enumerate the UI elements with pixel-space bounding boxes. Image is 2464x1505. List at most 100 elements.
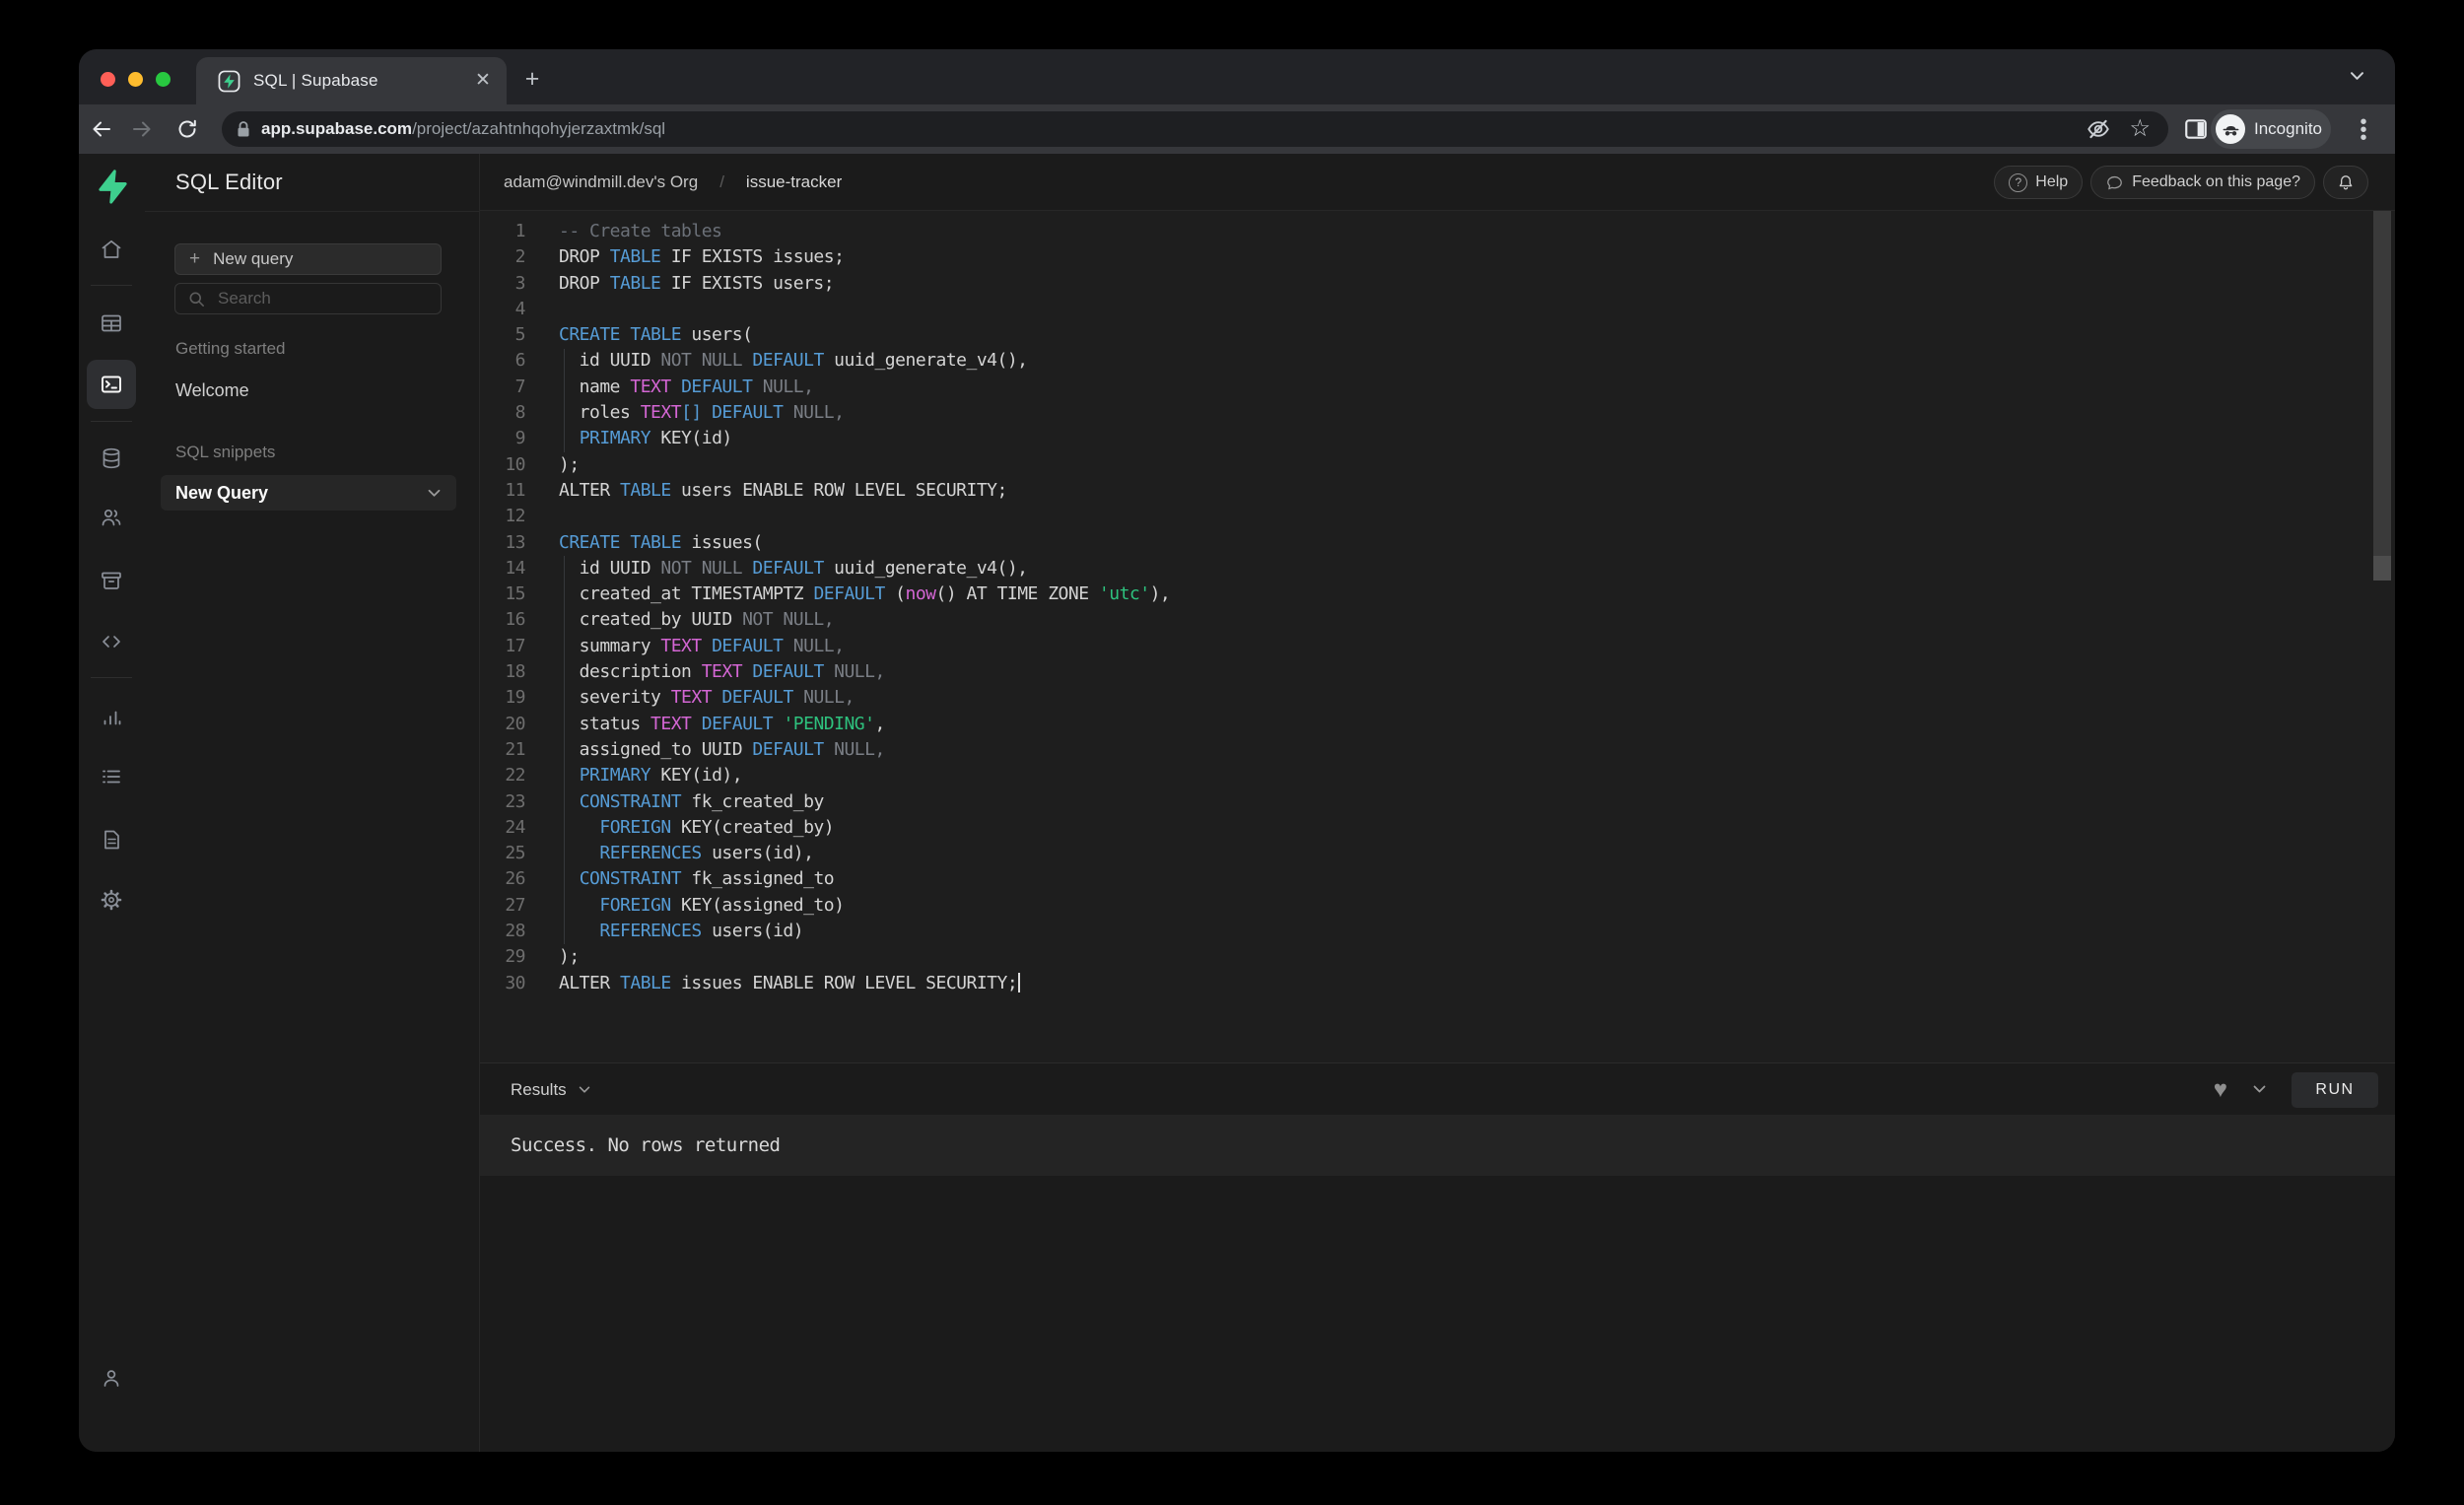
code-line[interactable]: 13CREATE TABLE issues(	[480, 530, 2395, 556]
browser-tab[interactable]: SQL | Supabase ✕	[196, 57, 507, 104]
code-line[interactable]: 15 created_at TIMESTAMPTZ DEFAULT (now()…	[480, 581, 2395, 607]
home-icon[interactable]	[100, 238, 123, 261]
tab-close-icon[interactable]: ✕	[472, 70, 494, 92]
code-line[interactable]: 25 REFERENCES users(id),	[480, 841, 2395, 866]
code-text: CONSTRAINT fk_assigned_to	[559, 866, 834, 892]
zoom-window-button[interactable]	[156, 72, 171, 87]
success-message: Success. No rows returned	[511, 1134, 780, 1156]
logs-icon[interactable]	[100, 765, 123, 788]
supabase-logo-icon[interactable]	[93, 168, 130, 205]
close-window-button[interactable]	[101, 72, 115, 87]
code-line[interactable]: 22 PRIMARY KEY(id),	[480, 763, 2395, 788]
code-line[interactable]: 14 id UUID NOT NULL DEFAULT uuid_generat…	[480, 556, 2395, 581]
code-line[interactable]: 11ALTER TABLE users ENABLE ROW LEVEL SEC…	[480, 478, 2395, 504]
code-line[interactable]: 8 roles TEXT[] DEFAULT NULL,	[480, 400, 2395, 426]
code-line[interactable]: 23 CONSTRAINT fk_created_by	[480, 789, 2395, 815]
sql-editor-nav-active[interactable]	[87, 360, 136, 409]
code-line[interactable]: 1-- Create tables	[480, 219, 2395, 244]
breadcrumb: adam@windmill.dev's Org / issue-tracker	[504, 154, 842, 211]
reload-button[interactable]	[171, 112, 204, 146]
help-button[interactable]: ? Help	[1994, 166, 2083, 199]
bookmark-star-icon[interactable]: ☆	[2129, 117, 2151, 141]
code-line[interactable]: 16 created_by UUID NOT NULL,	[480, 607, 2395, 633]
reports-icon[interactable]	[100, 706, 123, 729]
line-number: 25	[480, 841, 525, 866]
code-line[interactable]: 28 REFERENCES users(id)	[480, 919, 2395, 944]
section-label-sql-snippets: SQL snippets	[175, 443, 275, 462]
line-number: 15	[480, 581, 525, 607]
code-text: ALTER TABLE issues ENABLE ROW LEVEL SECU…	[559, 971, 1020, 996]
new-query-button[interactable]: + New query	[174, 243, 442, 275]
search-input[interactable]	[216, 288, 417, 309]
code-line[interactable]: 26 CONSTRAINT fk_assigned_to	[480, 866, 2395, 892]
code-line[interactable]: 29);	[480, 944, 2395, 970]
table-editor-icon[interactable]	[100, 311, 123, 335]
side-panel-icon[interactable]	[2183, 117, 2209, 141]
line-number: 19	[480, 685, 525, 711]
code-text: status TEXT DEFAULT 'PENDING',	[559, 712, 885, 737]
code-text: created_at TIMESTAMPTZ DEFAULT (now() AT…	[559, 581, 1170, 607]
tab-title: SQL | Supabase	[253, 71, 378, 91]
database-icon[interactable]	[100, 446, 123, 470]
code-line[interactable]: 2DROP TABLE IF EXISTS issues;	[480, 244, 2395, 270]
incognito-avatar-icon	[2216, 114, 2245, 144]
code-line[interactable]: 4	[480, 297, 2395, 322]
favorite-heart-icon[interactable]: ♥	[2214, 1078, 2227, 1102]
code-line[interactable]: 24 FOREIGN KEY(created_by)	[480, 815, 2395, 841]
feedback-button[interactable]: Feedback on this page?	[2090, 166, 2315, 199]
editor-scrollbar[interactable]	[2373, 211, 2391, 556]
minimize-window-button[interactable]	[128, 72, 143, 87]
code-line[interactable]: 21 assigned_to UUID DEFAULT NULL,	[480, 737, 2395, 763]
results-tab[interactable]: Results	[511, 1063, 590, 1116]
code-line[interactable]: 18 description TEXT DEFAULT NULL,	[480, 659, 2395, 685]
docs-icon[interactable]	[100, 828, 123, 852]
code-line[interactable]: 19 severity TEXT DEFAULT NULL,	[480, 685, 2395, 711]
browser-menu-icon[interactable]: •••	[2356, 116, 2371, 142]
breadcrumb-org[interactable]: adam@windmill.dev's Org	[504, 172, 698, 192]
section-label-getting-started: Getting started	[175, 339, 286, 359]
chevron-down-icon[interactable]	[428, 489, 441, 498]
code-line[interactable]: 27 FOREIGN KEY(assigned_to)	[480, 893, 2395, 919]
back-button[interactable]	[85, 112, 118, 146]
editor-scrollbar-thumb[interactable]	[2373, 556, 2391, 581]
sidebar-item-new-query-selected[interactable]: New Query	[161, 475, 456, 511]
sql-editor-icon	[100, 373, 123, 396]
line-number: 3	[480, 271, 525, 297]
chevron-down-icon	[579, 1086, 590, 1094]
sidebar-item-welcome[interactable]: Welcome	[175, 380, 249, 401]
code-line[interactable]: 6 id UUID NOT NULL DEFAULT uuid_generate…	[480, 348, 2395, 374]
code-line[interactable]: 5CREATE TABLE users(	[480, 322, 2395, 348]
account-icon[interactable]	[100, 1366, 123, 1390]
run-button[interactable]: RUN	[2292, 1072, 2378, 1108]
run-options-chevron-icon[interactable]	[2253, 1085, 2266, 1094]
settings-gear-icon[interactable]	[100, 888, 123, 912]
sql-code-editor[interactable]: 1-- Create tables2DROP TABLE IF EXISTS i…	[480, 211, 2395, 1062]
page-title: SQL Editor	[175, 170, 283, 195]
code-line[interactable]: 10);	[480, 452, 2395, 478]
search-icon	[187, 290, 206, 308]
incognito-badge[interactable]: Incognito	[2211, 109, 2331, 149]
new-tab-button[interactable]: +	[519, 67, 545, 93]
breadcrumb-project[interactable]: issue-tracker	[746, 172, 842, 192]
code-line[interactable]: 9 PRIMARY KEY(id)	[480, 426, 2395, 451]
code-line[interactable]: 20 status TEXT DEFAULT 'PENDING',	[480, 712, 2395, 737]
code-line[interactable]: 12	[480, 504, 2395, 529]
code-line[interactable]: 30ALTER TABLE issues ENABLE ROW LEVEL SE…	[480, 971, 2395, 996]
eye-slash-icon[interactable]	[2086, 116, 2111, 142]
code-line[interactable]: 3DROP TABLE IF EXISTS users;	[480, 271, 2395, 297]
auth-users-icon[interactable]	[100, 506, 123, 529]
snippet-search[interactable]	[174, 283, 442, 314]
url-host: app.supabase.com	[261, 119, 412, 138]
incognito-label: Incognito	[2254, 119, 2322, 139]
sql-editor-sidebar: SQL Editor + New query Getting started W…	[145, 154, 480, 1452]
code-line[interactable]: 17 summary TEXT DEFAULT NULL,	[480, 634, 2395, 659]
forward-button[interactable]	[125, 112, 159, 146]
code-line[interactable]: 7 name TEXT DEFAULT NULL,	[480, 375, 2395, 400]
code-text: FOREIGN KEY(created_by)	[559, 815, 834, 841]
notifications-button[interactable]	[2323, 166, 2368, 199]
tab-search-chevron-icon[interactable]	[2350, 71, 2364, 81]
url-bar[interactable]: app.supabase.com/project/azahtnhqohyjerz…	[222, 111, 2168, 147]
line-number: 8	[480, 400, 525, 426]
storage-icon[interactable]	[100, 569, 123, 592]
functions-code-icon[interactable]	[100, 630, 123, 653]
